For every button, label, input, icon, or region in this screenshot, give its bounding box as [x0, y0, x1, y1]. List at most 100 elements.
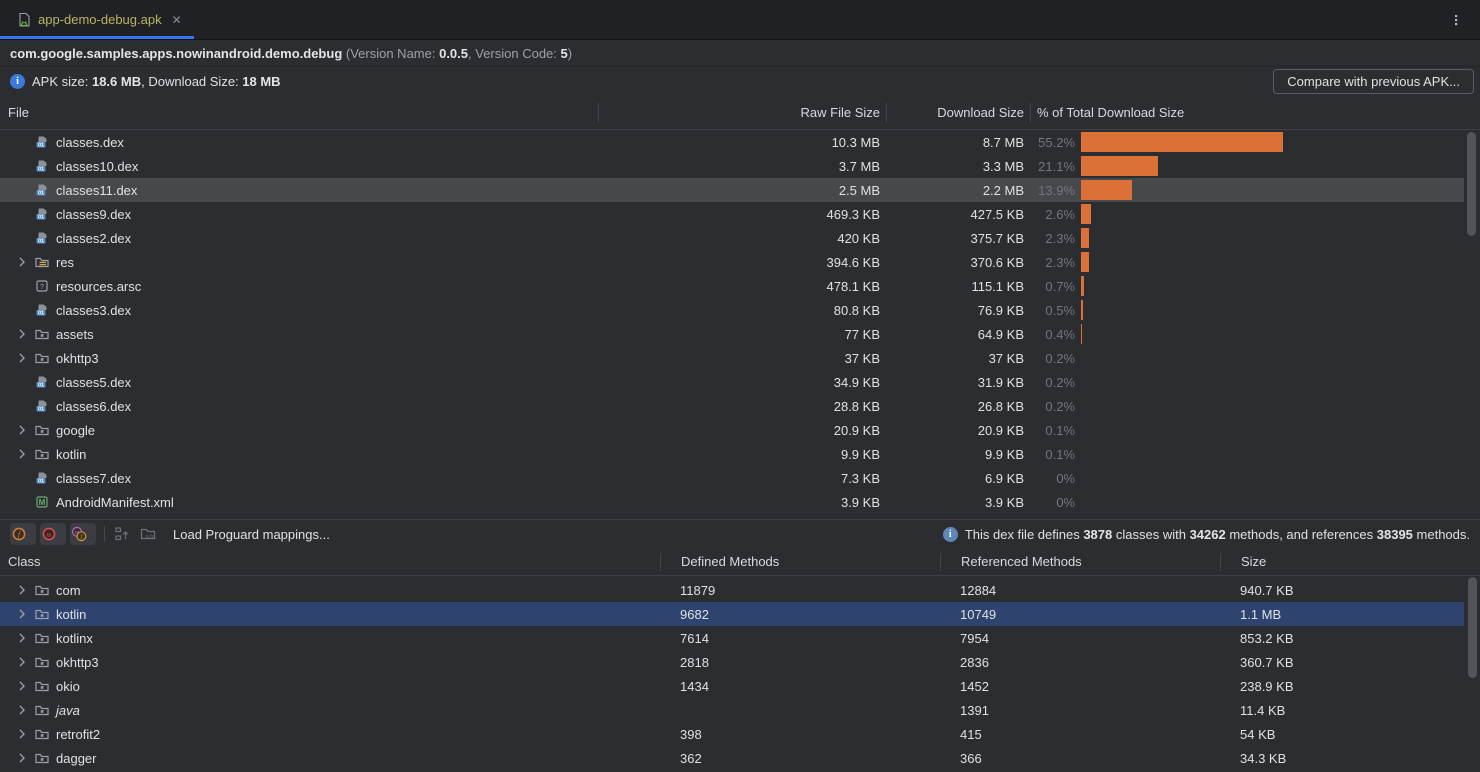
expand-chevron-icon[interactable] — [14, 702, 30, 718]
file-table-row[interactable]: 01 classes11.dex 2.5 MB 2.2 MB 13.9% — [0, 178, 1464, 202]
download-size-cell: 20.9 KB — [886, 423, 1030, 438]
file-table-row[interactable]: M AndroidManifest.xml 3.9 KB 3.9 KB 0% — [0, 490, 1464, 514]
show-fields-toggle[interactable]: f — [10, 523, 36, 545]
file-table-row[interactable]: res 394.6 KB 370.6 KB 2.3% — [0, 250, 1464, 274]
close-icon[interactable]: ✕ — [172, 14, 182, 26]
expand-chevron-icon[interactable] — [14, 750, 30, 766]
expand-chevron-icon[interactable] — [14, 254, 30, 270]
scrollbar-thumb[interactable] — [1468, 577, 1477, 678]
tree-indent — [14, 206, 30, 222]
file-table-row[interactable]: 01 classes9.dex 469.3 KB 427.5 KB 2.6% — [0, 202, 1464, 226]
size-cell: 238.9 KB — [1220, 679, 1464, 694]
file-table-row[interactable]: 01 classes10.dex 3.7 MB 3.3 MB 21.1% — [0, 154, 1464, 178]
column-header-defined-methods[interactable]: Defined Methods — [660, 553, 940, 571]
column-header-referenced-methods[interactable]: Referenced Methods — [940, 553, 1220, 571]
expand-chevron-icon[interactable] — [14, 630, 30, 646]
expand-chevron-icon[interactable] — [14, 446, 30, 462]
raw-file-size-cell: 420 KB — [598, 231, 886, 246]
file-table-row[interactable]: 01 classes7.dex 7.3 KB 6.9 KB 0% — [0, 466, 1464, 490]
version-name-value: 0.0.5 — [439, 46, 468, 61]
expand-chevron-icon[interactable] — [14, 726, 30, 742]
download-size-cell: 375.7 KB — [886, 231, 1030, 246]
file-table-row[interactable]: assets 77 KB 64.9 KB 0.4% — [0, 322, 1464, 346]
package-summary-line: com.google.samples.apps.nowinandroid.dem… — [0, 40, 1480, 67]
dex-info-text: This dex file defines — [965, 527, 1084, 542]
defined-methods-cell: 398 — [660, 727, 940, 742]
raw-file-size-cell: 10.3 MB — [598, 135, 886, 150]
defined-methods-cell: 2818 — [660, 655, 940, 670]
file-table-row[interactable]: 01 classes6.dex 28.8 KB 26.8 KB 0.2% — [0, 394, 1464, 418]
class-table-row[interactable]: java 1391 11.4 KB — [0, 698, 1464, 722]
column-header-download-size[interactable]: Download Size — [886, 103, 1030, 123]
apk-size-label: APK size: — [32, 74, 92, 89]
class-table-row[interactable]: okhttp3 2818 2836 360.7 KB — [0, 650, 1464, 674]
file-table-row[interactable]: google 20.9 KB 20.9 KB 0.1% — [0, 418, 1464, 442]
expand-chevron-icon[interactable] — [14, 606, 30, 622]
expand-chevron-icon[interactable] — [14, 326, 30, 342]
scrollbar-thumb[interactable] — [1467, 132, 1476, 236]
dex-referenced-count: 38395 — [1377, 527, 1413, 542]
file-table-row[interactable]: 01 classes3.dex 80.8 KB 76.9 KB 0.5% — [0, 298, 1464, 322]
file-name-cell: 01 classes10.dex — [0, 158, 598, 174]
expand-chevron-icon[interactable] — [14, 654, 30, 670]
package-folder-icon — [34, 654, 50, 670]
compare-apk-button[interactable]: Compare with previous APK... — [1273, 69, 1474, 94]
download-percent-cell: 0.2% — [1030, 351, 1075, 366]
expand-chevron-icon[interactable] — [14, 582, 30, 598]
package-folder-icon — [34, 702, 50, 718]
percent-bar — [1081, 324, 1082, 344]
download-percent-cell: 0.7% — [1030, 279, 1075, 294]
deobfuscate-names-icon[interactable]: a.b — [139, 525, 157, 543]
svg-text:01: 01 — [38, 407, 44, 413]
file-name: resources.arsc — [56, 279, 141, 294]
package-name: kotlinx — [56, 631, 93, 646]
expand-chevron-icon[interactable] — [14, 350, 30, 366]
percent-bar — [1081, 300, 1083, 320]
class-table-row[interactable]: kotlinx 7614 7954 853.2 KB — [0, 626, 1464, 650]
file-table-row[interactable]: okhttp3 37 KB 37 KB 0.2% — [0, 346, 1464, 370]
file-name: classes9.dex — [56, 207, 131, 222]
version-name-label: (Version Name: — [342, 46, 439, 61]
class-table-row[interactable]: kotlin 9682 10749 1.1 MB — [0, 602, 1464, 626]
column-header-file[interactable]: File — [0, 103, 598, 123]
file-table-row[interactable]: 01 classes.dex 10.3 MB 8.7 MB 55.2% — [0, 130, 1464, 154]
size-cell: 1.1 MB — [1220, 607, 1464, 622]
column-header-percent-of-total[interactable]: % of Total Download Size — [1030, 103, 1480, 123]
expand-chevron-icon[interactable] — [14, 678, 30, 694]
toolbar-separator — [104, 526, 105, 542]
manifest-file-icon: M — [34, 494, 50, 510]
download-size-cell: 37 KB — [886, 351, 1030, 366]
download-percent-cell: 0% — [1030, 495, 1075, 510]
file-name-cell: 01 classes2.dex — [0, 230, 598, 246]
package-folder-icon — [34, 582, 50, 598]
load-proguard-mappings-button[interactable]: Load Proguard mappings... — [173, 527, 330, 542]
class-tree-table: com 11879 12884 940.7 KB kotlin 9682 107… — [0, 578, 1464, 770]
tab-apk-analyzer[interactable]: app-demo-debug.apk ✕ — [0, 0, 194, 39]
download-percent-cell: 0.1% — [1030, 423, 1075, 438]
size-cell: 360.7 KB — [1220, 655, 1464, 670]
column-header-size[interactable]: Size — [1220, 553, 1480, 571]
column-header-class[interactable]: Class — [0, 553, 660, 571]
file-table-row[interactable]: kotlin 9.9 KB 9.9 KB 0.1% — [0, 442, 1464, 466]
class-table-row[interactable]: com 11879 12884 940.7 KB — [0, 578, 1464, 602]
class-table-row[interactable]: okio 1434 1452 238.9 KB — [0, 674, 1464, 698]
file-table-row[interactable]: 01 classes5.dex 34.9 KB 31.9 KB 0.2% — [0, 370, 1464, 394]
percent-bar-cell — [1075, 252, 1464, 272]
referenced-methods-cell: 366 — [940, 751, 1220, 766]
expand-chevron-icon[interactable] — [14, 422, 30, 438]
column-header-raw-file-size[interactable]: Raw File Size — [598, 103, 886, 123]
more-options-icon[interactable] — [1448, 12, 1464, 28]
percent-bar-cell — [1075, 324, 1464, 344]
tree-indent — [14, 470, 30, 486]
expand-tree-icon[interactable] — [113, 525, 131, 543]
download-percent-cell: 55.2% — [1030, 135, 1075, 150]
show-referenced-toggle[interactable]: mf — [70, 523, 96, 545]
class-table-row[interactable]: dagger 362 366 34.3 KB — [0, 746, 1464, 770]
show-methods-toggle[interactable]: m — [40, 523, 66, 545]
dex-classes-count: 3878 — [1083, 527, 1112, 542]
file-table-row[interactable]: 01 classes2.dex 420 KB 375.7 KB 2.3% — [0, 226, 1464, 250]
percent-bar — [1081, 228, 1089, 248]
class-table-row[interactable]: retrofit2 398 415 54 KB — [0, 722, 1464, 746]
file-name-cell: kotlin — [0, 446, 598, 462]
file-table-row[interactable]: ? resources.arsc 478.1 KB 115.1 KB 0.7% — [0, 274, 1464, 298]
